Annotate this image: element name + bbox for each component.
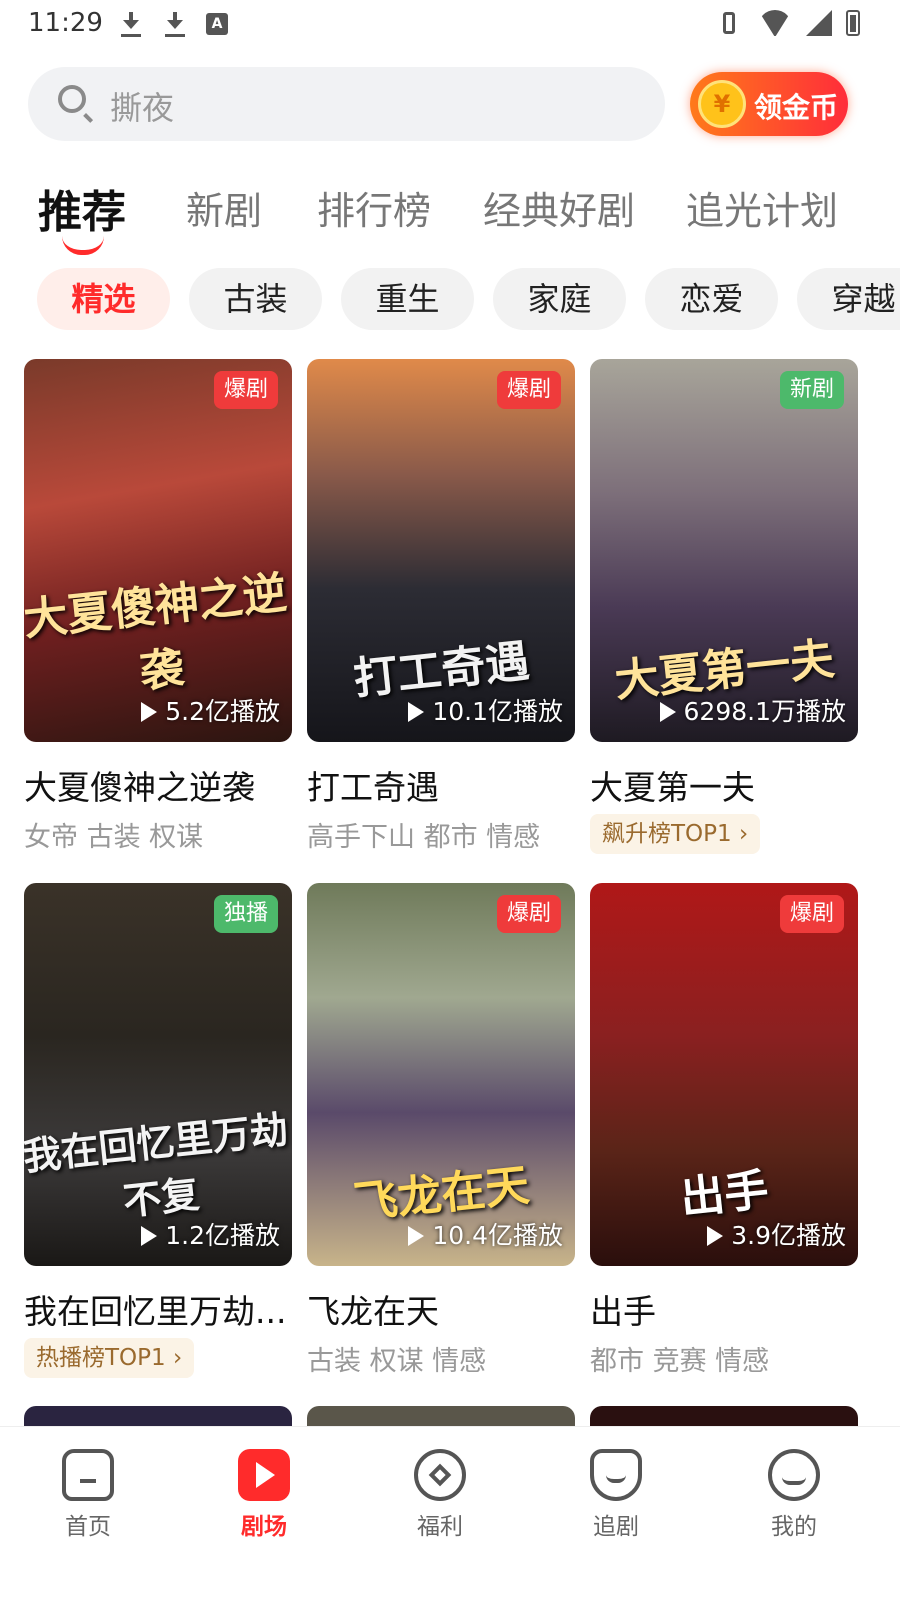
drama-poster[interactable]: 飞龙在天 爆剧 10.4亿播放 xyxy=(307,883,575,1266)
exclusive-badge: 独播 xyxy=(213,895,278,933)
status-icons-right xyxy=(714,10,860,36)
drama-poster[interactable]: 我在回忆里万劫不复 独播 1.2亿播放 xyxy=(24,883,292,1266)
nav-label: 福利 xyxy=(417,1514,463,1540)
claim-coins-button[interactable]: ¥ 领金币 xyxy=(690,72,848,136)
coin-icon: ¥ xyxy=(698,80,746,128)
poster-title: 大夏傻神之逆袭 xyxy=(24,567,290,698)
battery-icon xyxy=(846,10,860,36)
drama-title: 大夏第一夫 xyxy=(590,768,755,807)
play-count: 3.9亿播放 xyxy=(707,1216,846,1252)
chip-time-travel[interactable]: 穿越 xyxy=(797,268,900,330)
nav-home[interactable]: 首页 xyxy=(28,1449,148,1541)
rank-badge[interactable]: 飙升榜TOP1 › xyxy=(590,814,761,854)
genre-chips: 精选 古装 重生 家庭 恋爱 穿越 xyxy=(0,268,900,330)
drama-title: 出手 xyxy=(590,1292,656,1331)
tab-ranking[interactable]: 排行榜 xyxy=(317,180,431,235)
drama-poster[interactable]: 打工奇遇 爆剧 10.1亿播放 xyxy=(307,359,575,742)
play-icon xyxy=(707,1226,724,1246)
drama-poster[interactable]: 大夏傻神之逆袭 爆剧 5.2亿播放 xyxy=(24,359,292,742)
search-icon xyxy=(58,85,86,113)
hot-badge: 爆剧 xyxy=(213,371,278,409)
nav-label: 追剧 xyxy=(593,1514,639,1540)
nav-theater[interactable]: 剧场 xyxy=(204,1449,324,1541)
play-icon xyxy=(141,1226,158,1246)
hot-badge: 爆剧 xyxy=(496,895,561,933)
wifi-icon xyxy=(758,10,792,36)
play-icon xyxy=(659,702,676,722)
tab-zhuiguang[interactable]: 追光计划 xyxy=(686,180,838,235)
active-tab-indicator xyxy=(62,236,104,255)
play-count: 10.4亿播放 xyxy=(408,1216,563,1252)
nav-label: 剧场 xyxy=(241,1514,287,1540)
play-count: 5.2亿播放 xyxy=(141,692,280,728)
chip-featured[interactable]: 精选 xyxy=(37,268,170,330)
hot-badge: 爆剧 xyxy=(496,371,561,409)
font-a-icon: A xyxy=(206,13,228,35)
nav-label: 首页 xyxy=(65,1514,111,1540)
play-count: 6298.1万播放 xyxy=(659,692,846,728)
tab-new[interactable]: 新剧 xyxy=(186,180,262,235)
hot-badge: 爆剧 xyxy=(779,895,844,933)
vibrate-icon xyxy=(714,10,744,36)
search-input[interactable]: 撕夜 xyxy=(28,67,665,141)
chip-romance[interactable]: 恋爱 xyxy=(645,268,778,330)
play-count: 10.1亿播放 xyxy=(408,692,563,728)
drama-poster[interactable]: 出手 爆剧 3.9亿播放 xyxy=(590,883,858,1266)
chip-costume[interactable]: 古装 xyxy=(189,268,322,330)
play-icon xyxy=(408,702,425,722)
play-count: 1.2亿播放 xyxy=(141,1216,280,1252)
welfare-icon xyxy=(414,1449,466,1501)
follow-icon xyxy=(590,1449,642,1501)
drama-title: 我在回忆里万劫... xyxy=(24,1292,287,1331)
play-icon xyxy=(408,1226,425,1246)
drama-title: 大夏傻神之逆袭 xyxy=(24,768,255,807)
tab-classic[interactable]: 经典好剧 xyxy=(483,180,635,235)
category-tabs: 推荐 新剧 排行榜 经典好剧 追光计划 xyxy=(0,180,900,250)
drama-tags: 女帝 古装 权谋 xyxy=(24,822,204,853)
rank-badge[interactable]: 热播榜TOP1 › xyxy=(24,1338,195,1378)
drama-poster[interactable]: 大夏第一夫 新剧 6298.1万播放 xyxy=(590,359,858,742)
drama-tags: 都市 竞赛 情感 xyxy=(590,1346,770,1377)
play-icon xyxy=(141,702,158,722)
nav-following[interactable]: 追剧 xyxy=(556,1449,676,1541)
profile-icon xyxy=(768,1449,820,1501)
nav-label: 我的 xyxy=(771,1514,817,1540)
home-icon xyxy=(62,1449,114,1501)
new-badge: 新剧 xyxy=(779,371,844,409)
search-placeholder: 撕夜 xyxy=(110,89,175,127)
theater-icon xyxy=(238,1449,290,1501)
drama-tags: 高手下山 都市 情感 xyxy=(307,822,541,853)
status-bar: 11:29 A xyxy=(0,0,900,50)
download-icon xyxy=(118,10,144,38)
chip-family[interactable]: 家庭 xyxy=(493,268,626,330)
bottom-nav: 首页 剧场 福利 追剧 我的 xyxy=(0,1426,900,1601)
tab-recommend[interactable]: 推荐 xyxy=(38,176,126,240)
nav-welfare[interactable]: 福利 xyxy=(380,1449,500,1541)
chip-rebirth[interactable]: 重生 xyxy=(341,268,474,330)
drama-tags: 古装 权谋 情感 xyxy=(307,1346,487,1377)
status-time: 11:29 xyxy=(28,8,103,38)
nav-profile[interactable]: 我的 xyxy=(734,1449,854,1541)
signal-icon xyxy=(806,10,832,36)
download-icon xyxy=(162,10,188,38)
drama-title: 飞龙在天 xyxy=(307,1292,439,1331)
drama-title: 打工奇遇 xyxy=(307,768,439,807)
claim-coins-label: 领金币 xyxy=(754,91,839,124)
status-icons-left: A xyxy=(118,10,228,38)
